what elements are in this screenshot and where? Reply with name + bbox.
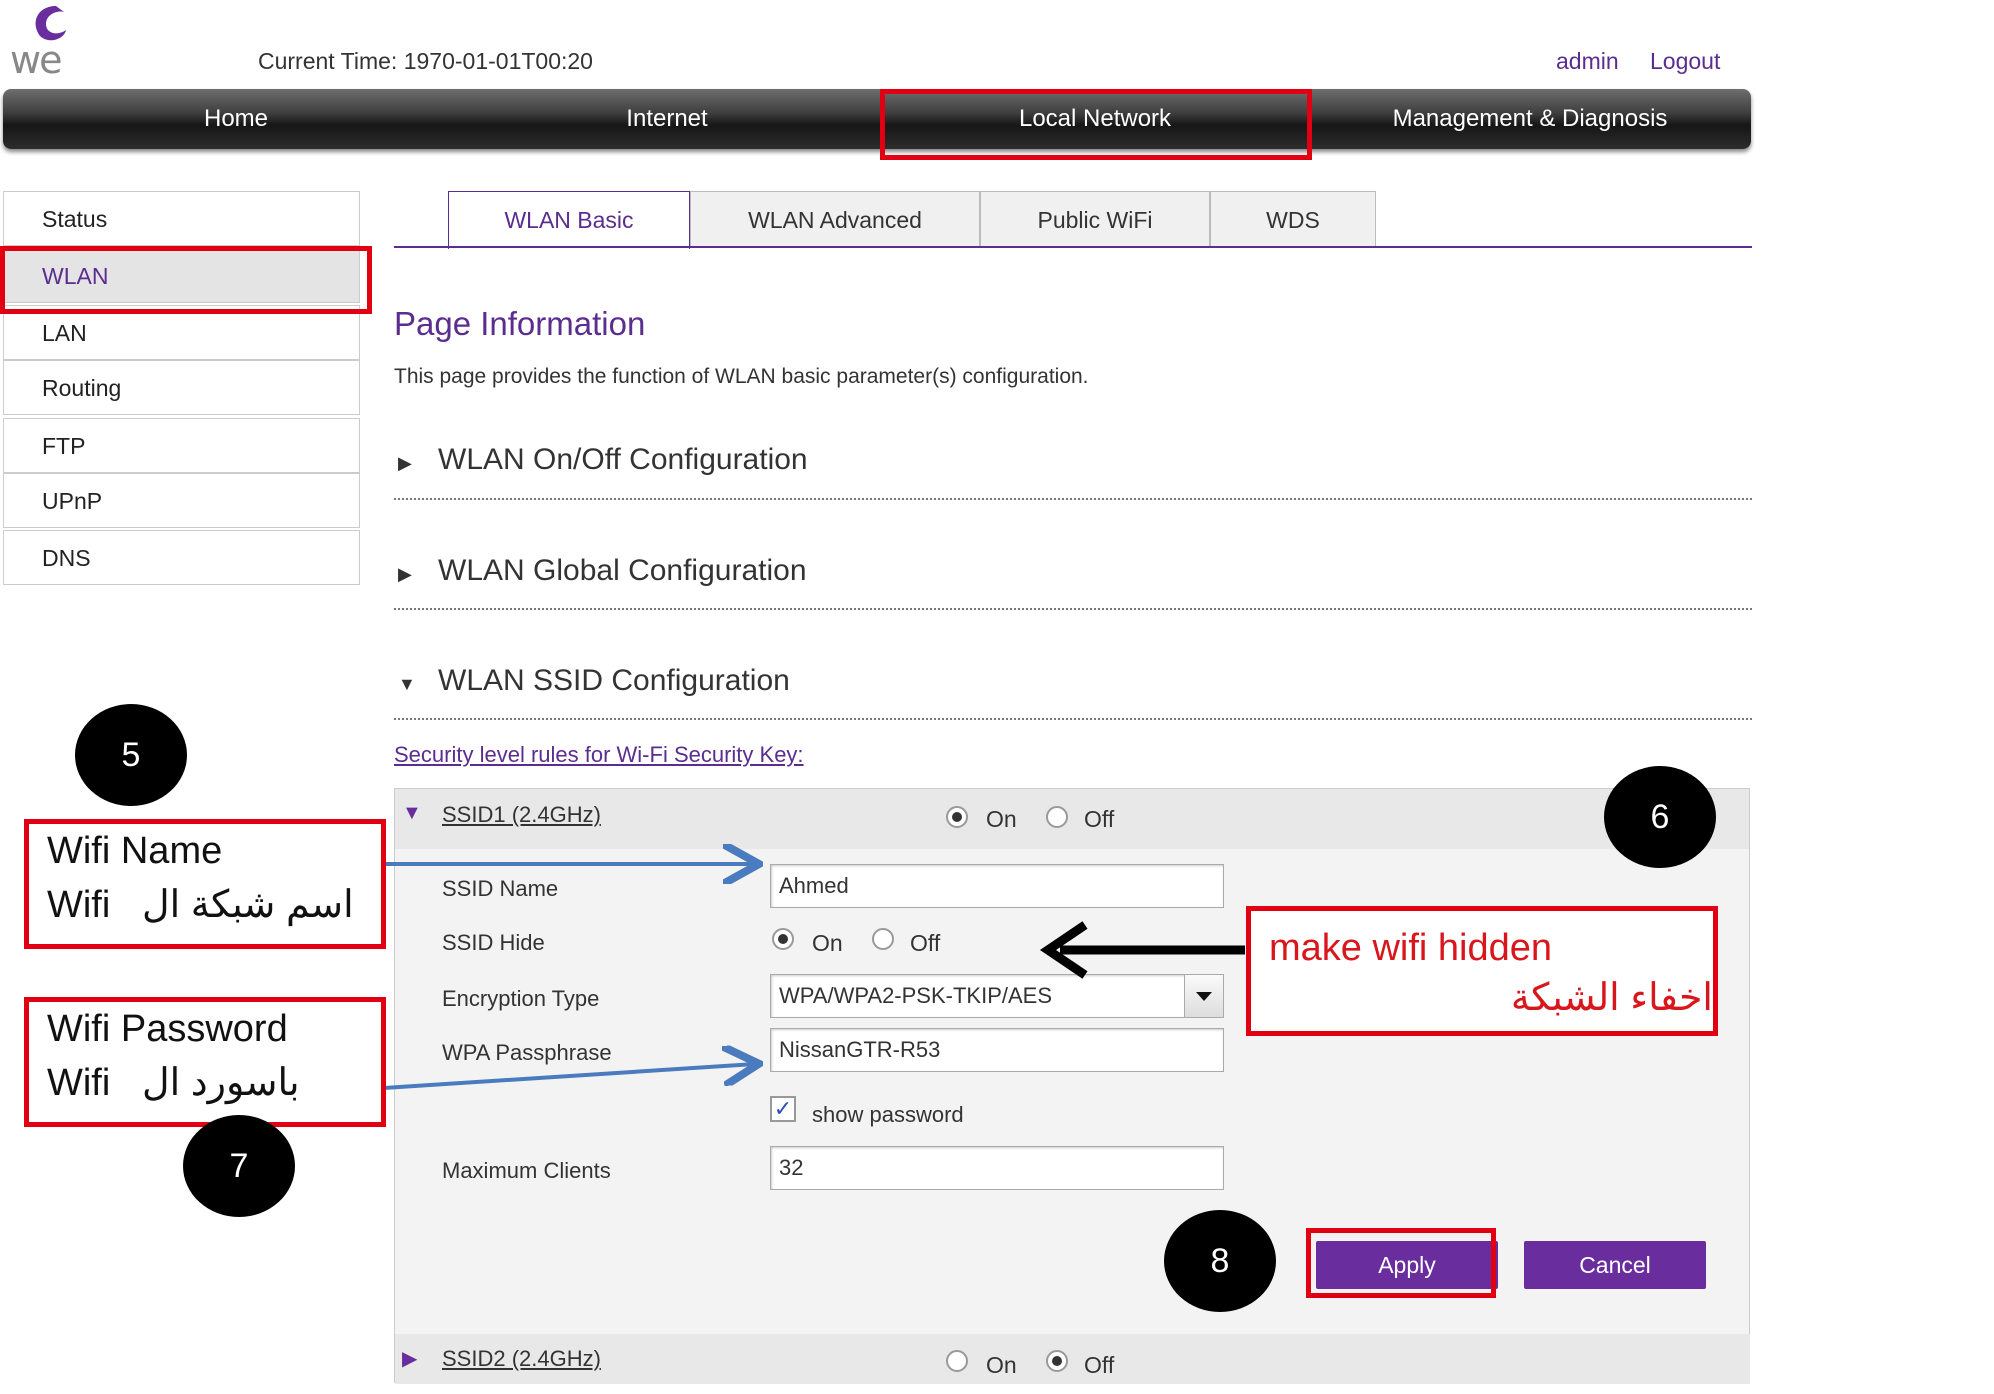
wifi-word: Wifi: [47, 884, 111, 926]
wifi-word: Wifi: [47, 1062, 111, 1104]
step-badge-6: 6: [1604, 766, 1716, 868]
annotation-wifi-name-ar-line: Wifi اسم شبكة ال: [29, 878, 381, 932]
annotation-wifi-name-en: Wifi Name: [47, 830, 223, 872]
annotation-hidden-en: make wifi hidden: [1269, 927, 1553, 969]
annotation-wifi-name-ar: اسم شبكة ال: [142, 884, 354, 926]
annotation-make-hidden: make wifi hidden اخفاء الشبكة: [1246, 906, 1718, 1036]
arrow-to-passphrase: [383, 1064, 755, 1090]
step-badge-7: 7: [183, 1115, 295, 1217]
annotation-wifi-password-en: Wifi Password: [47, 1008, 288, 1050]
annotation-wifi-name: Wifi Name Wifi اسم شبكة ال: [24, 819, 386, 949]
annotation-hidden-ar: اخفاء الشبكة: [1510, 977, 1713, 1019]
annotation-arrows: [383, 0, 1245, 1090]
step-badge-8: 8: [1164, 1210, 1276, 1312]
annotation-wifi-password-ar-line: Wifi باسورد ال: [29, 1056, 381, 1110]
step-badge-5: 5: [75, 704, 187, 806]
annotation-wifi-password-ar: باسورد ال: [142, 1062, 300, 1104]
annotation-wifi-password: Wifi Password Wifi باسورد ال: [24, 997, 386, 1127]
